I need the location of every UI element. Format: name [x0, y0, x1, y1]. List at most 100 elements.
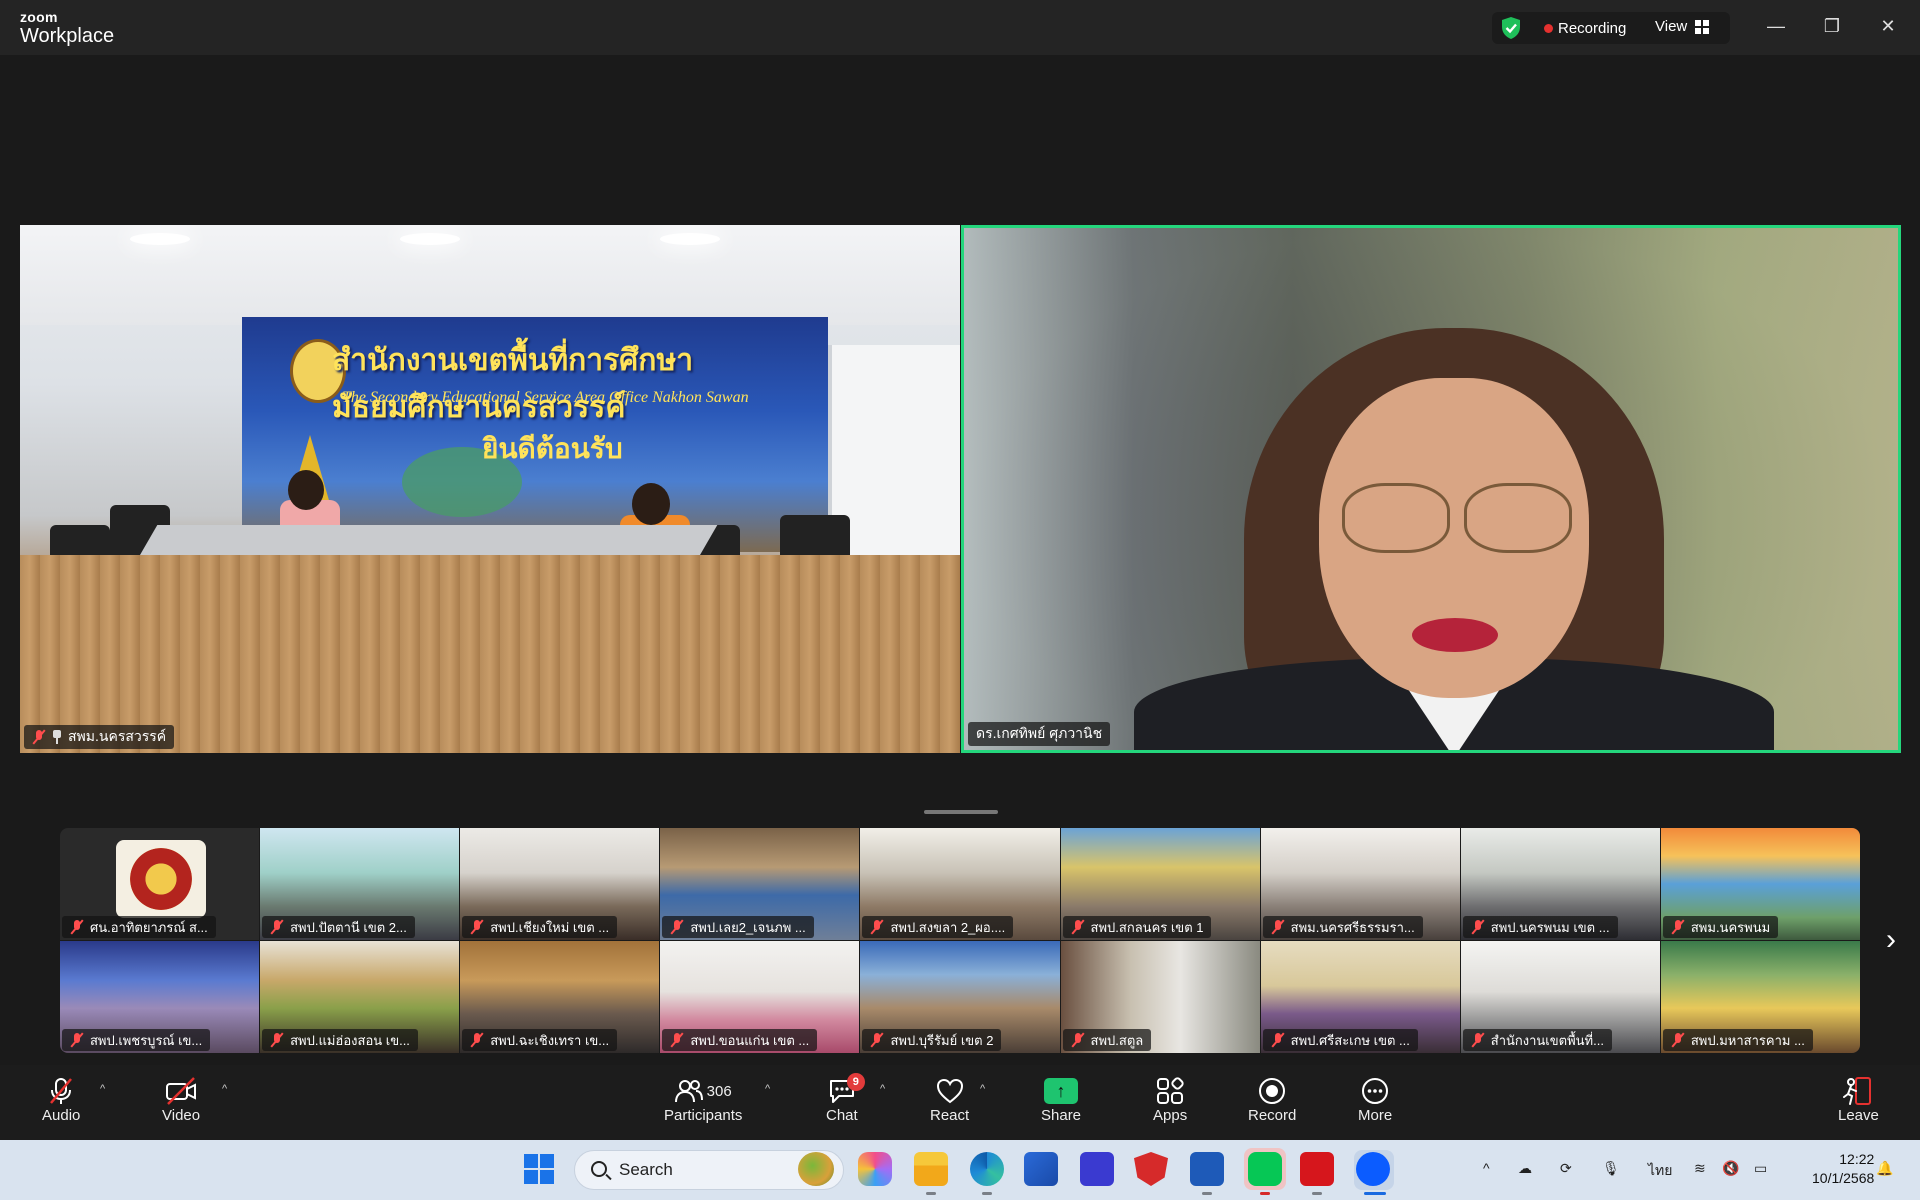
muted-mic-icon [70, 919, 84, 935]
microsoft-store-icon[interactable] [1024, 1152, 1058, 1186]
participant-name-tag: สพม.นครสวรรค์ [24, 725, 175, 749]
video-options-chevron-icon[interactable]: ^ [222, 1083, 227, 1095]
gallery-tile[interactable]: สพม.นครศรีธรรมรา... [1260, 828, 1460, 940]
search-placeholder: Search [619, 1160, 673, 1179]
tile-name: สพป.ขอนแก่น เขต ... [690, 1032, 810, 1048]
attendee-right-head [632, 483, 670, 525]
tile-name-tag: สพป.เลย2_เจนภพ ... [662, 916, 814, 938]
gallery-tile[interactable]: สพป.บุรีรัมย์ เขต 2 [860, 941, 1060, 1053]
gallery-tile[interactable]: สพป.สตูล [1060, 941, 1260, 1053]
windows-taskbar: Search ^ ☁ ⟳ 🎙 ไทย ≋ 🔇 ▭ 12:22 10/1/2568… [0, 1140, 1920, 1200]
gallery-tile[interactable]: สพป.ปัตตานี เขต 2... [260, 828, 460, 940]
gallery-tile[interactable]: สพป.สกลนคร เขต 1 [1060, 828, 1260, 940]
more-label: More [1358, 1107, 1393, 1124]
file-explorer-icon[interactable] [914, 1152, 948, 1186]
gallery-strip: ศน.อาทิตยาภรณ์ ส... สพป.ปัตตานี เขต 2...… [60, 828, 1860, 1053]
edge-browser-icon[interactable] [970, 1152, 1004, 1186]
gallery-tile[interactable]: สพป.มหาสารคาม ... [1660, 941, 1860, 1053]
react-options-chevron-icon[interactable]: ^ [980, 1083, 985, 1095]
acrobat-icon[interactable] [1300, 1152, 1334, 1186]
gallery-tile[interactable]: สพป.เพชรบูรณ์ เข... [60, 941, 260, 1053]
tile-name-tag: สพป.ศรีสะเกษ เขต ... [1262, 1029, 1418, 1051]
tile-name: สพม.นครศรีธรรมรา... [1290, 919, 1415, 935]
windows-start-icon[interactable] [524, 1154, 554, 1184]
audio-options-chevron-icon[interactable]: ^ [100, 1083, 105, 1095]
recording-dot-icon [1544, 24, 1553, 33]
share-screen-icon: ↑ [1044, 1078, 1079, 1104]
gallery-next-arrow-icon[interactable]: › [1886, 923, 1896, 957]
tile-name: สพป.ปัตตานี เขต 2... [290, 919, 407, 935]
tile-name-tag: สพป.มหาสารคาม ... [1662, 1029, 1813, 1051]
whiteboard-icon[interactable] [1080, 1152, 1114, 1186]
minimize-button[interactable]: — [1760, 12, 1792, 40]
video-button[interactable]: Video [162, 1075, 200, 1124]
muted-mic-icon [870, 1032, 884, 1048]
search-highlight-icon[interactable] [798, 1152, 834, 1186]
show-hidden-icons-chevron-icon[interactable]: ^ [1483, 1160, 1490, 1176]
apps-button[interactable]: Apps [1153, 1075, 1187, 1124]
pin-icon [52, 730, 62, 744]
close-button[interactable]: ✕ [1872, 12, 1904, 40]
recording-label[interactable]: Recording [1558, 20, 1626, 37]
participants-button[interactable]: 306 Participants [664, 1075, 742, 1124]
gallery-tile[interactable]: ศน.อาทิตยาภรณ์ ส... [60, 828, 260, 940]
running-indicator [1312, 1192, 1322, 1195]
zoom-app-icon[interactable] [1356, 1152, 1390, 1186]
copilot-icon[interactable] [858, 1152, 892, 1186]
mcafee-icon[interactable] [1134, 1152, 1168, 1186]
restore-button[interactable]: ❐ [1816, 12, 1848, 40]
gallery-tile[interactable]: สพป.ฉะเชิงเทรา เข... [460, 941, 660, 1053]
gallery-tile[interactable]: สำนักงานเขตพื้นที่... [1460, 941, 1660, 1053]
system-clock[interactable]: 12:22 10/1/2568 [1812, 1150, 1874, 1188]
notification-bell-icon[interactable]: 🔔 [1876, 1160, 1893, 1177]
view-button[interactable]: View [1655, 18, 1710, 35]
leave-label: Leave [1838, 1107, 1879, 1124]
video-tile-nakhon-sawan[interactable]: สำนักงานเขตพื้นที่การศึกษามัธยมศึกษานครส… [20, 225, 960, 753]
gallery-tile[interactable]: สพป.สงขลา 2_ผอ.... [860, 828, 1060, 940]
react-button[interactable]: React [930, 1075, 969, 1124]
chat-button[interactable]: 9 Chat [826, 1073, 865, 1124]
gallery-tile[interactable]: สพป.ขอนแก่น เขต ... [660, 941, 860, 1053]
muted-mic-icon [870, 919, 884, 935]
gallery-tile[interactable]: สพป.นครพนม เขต ... [1460, 828, 1660, 940]
participants-options-chevron-icon[interactable]: ^ [765, 1083, 770, 1095]
leave-button[interactable]: Leave [1838, 1075, 1879, 1124]
line-app-icon[interactable] [1248, 1152, 1282, 1186]
ceiling-light [400, 233, 460, 245]
muted-mic-icon [470, 919, 484, 935]
gallery-tile[interactable]: สพป.เชียงใหม่ เขต ... [460, 828, 660, 940]
tile-name-tag: สพป.ปัตตานี เขต 2... [262, 916, 415, 938]
video-label: Video [162, 1107, 201, 1124]
gallery-tile[interactable]: สพป.เลย2_เจนภพ ... [660, 828, 860, 940]
ceiling-light [130, 233, 190, 245]
zoom-logo: zoom Workplace [20, 10, 114, 46]
microsoft-word-icon[interactable] [1190, 1152, 1224, 1186]
share-button[interactable]: ↑ Share [1041, 1075, 1081, 1124]
sync-icon[interactable]: ⟳ [1560, 1160, 1572, 1177]
microphone-tray-icon[interactable]: 🎙 [1602, 1160, 1620, 1177]
running-indicator [1364, 1192, 1386, 1195]
gallery-tile[interactable]: สพม.นครพนม [1660, 828, 1860, 940]
grid-view-icon [1695, 19, 1710, 34]
banner-welcome: ยินดีต้อนรับ [482, 433, 623, 464]
audio-button[interactable]: Audio [42, 1075, 80, 1124]
gallery-tile[interactable]: สพป.แม่ฮ่องสอน เข... [260, 941, 460, 1053]
tile-name-tag: สพป.เพชรบูรณ์ เข... [62, 1029, 211, 1051]
more-button[interactable]: More [1358, 1075, 1392, 1124]
chat-options-chevron-icon[interactable]: ^ [880, 1083, 885, 1095]
input-language[interactable]: ไทย [1648, 1160, 1672, 1182]
onedrive-cloud-icon[interactable]: ☁ [1518, 1160, 1532, 1177]
volume-muted-icon[interactable]: 🔇 [1722, 1160, 1739, 1177]
wifi-icon[interactable]: ≋ [1694, 1160, 1706, 1177]
video-tile-active-speaker[interactable]: ดร.เกศทิพย์ ศุภวานิช [961, 225, 1901, 753]
react-label: React [930, 1107, 970, 1124]
tile-name-tag: สพป.สงขลา 2_ผอ.... [862, 916, 1014, 938]
tile-name: ศน.อาทิตยาภรณ์ ส... [90, 919, 208, 935]
battery-icon[interactable]: ▭ [1754, 1160, 1767, 1177]
gallery-tile[interactable]: สพป.ศรีสะเกษ เขต ... [1260, 941, 1460, 1053]
encryption-shield-icon[interactable] [1500, 16, 1522, 40]
resize-handle[interactable] [924, 810, 998, 814]
participant-avatar [116, 840, 206, 918]
record-button[interactable]: Record [1248, 1075, 1296, 1124]
tile-name: สพม.นครพนม [1690, 919, 1771, 935]
